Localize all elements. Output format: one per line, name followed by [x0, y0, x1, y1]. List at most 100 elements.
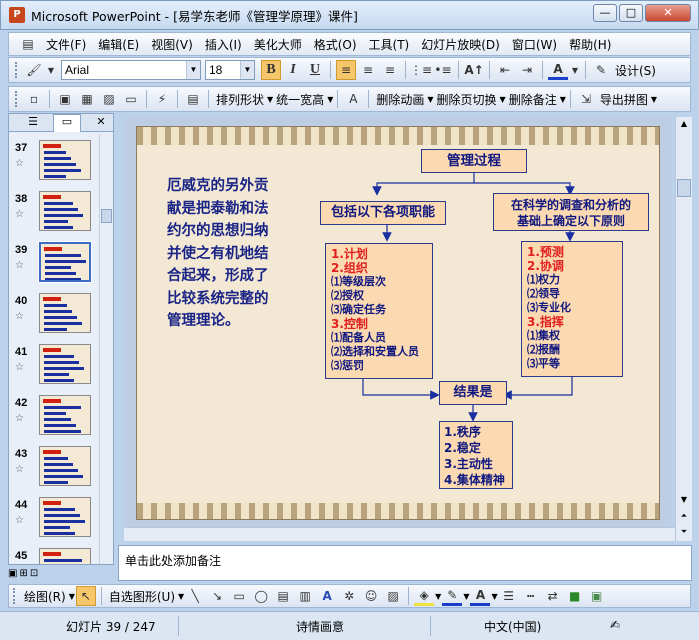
- menu-tools[interactable]: 工具(T): [369, 36, 410, 53]
- dash-style-icon[interactable]: ┅: [521, 586, 541, 606]
- increase-font-icon[interactable]: A↑: [464, 60, 484, 80]
- slide-horizontal-scrollbar[interactable]: [124, 527, 675, 541]
- result-box[interactable]: 结果是: [439, 381, 507, 405]
- principles-list-box[interactable]: 1.预测 2.协调 ⑴权力 ⑵领导 ⑶专业化 3.指挥 ⑴集权 ⑵报酬 ⑶平等: [521, 241, 623, 377]
- line-color-icon[interactable]: ✎: [442, 586, 463, 606]
- functions-header-box[interactable]: 包括以下各项职能: [320, 201, 446, 225]
- fill-color-icon[interactable]: ◈: [414, 586, 435, 606]
- select-pointer-icon[interactable]: ↖: [75, 586, 96, 606]
- italic-button[interactable]: I: [283, 60, 303, 80]
- 3d-style-icon[interactable]: ▣: [587, 586, 607, 606]
- slide-thumbnail-row[interactable]: 44 ☆: [9, 497, 105, 545]
- font-size-select[interactable]: 18 ▼: [205, 60, 255, 80]
- clipart-icon[interactable]: ☺: [361, 586, 381, 606]
- design-icon[interactable]: ✎: [591, 60, 611, 80]
- font-name-select[interactable]: Arial ▼: [61, 60, 201, 80]
- delete-transition-button[interactable]: 删除页切换: [437, 91, 497, 108]
- text-style-icon[interactable]: A: [343, 89, 363, 109]
- line-tool-icon[interactable]: ╲: [185, 586, 205, 606]
- principles-header-box[interactable]: 在科学的调查和分析的 基础上确定以下原则: [493, 193, 649, 231]
- font-color-draw-icon[interactable]: A: [470, 586, 491, 606]
- align-center-icon[interactable]: ≡: [358, 60, 378, 80]
- uniform-size-button[interactable]: 统一宽高: [276, 91, 324, 108]
- dropdown-arrow-icon[interactable]: ▼: [491, 592, 497, 601]
- slide-thumbnail-row[interactable]: 42 ☆: [9, 395, 105, 443]
- notes-pane[interactable]: 单击此处添加备注: [118, 545, 692, 581]
- design-button[interactable]: 设计(S): [615, 62, 656, 79]
- menu-beautify[interactable]: 美化大师: [254, 36, 302, 53]
- results-list-box[interactable]: 1.秩序 2.稳定 3.主动性 4.集体精神: [439, 421, 513, 489]
- scroll-up-icon[interactable]: ▲: [677, 117, 691, 131]
- pane-scrollbar[interactable]: [99, 134, 113, 564]
- slide-thumbnail[interactable]: [38, 241, 92, 283]
- dropdown-arrow-icon[interactable]: ▼: [267, 95, 273, 104]
- slide-thumbnail[interactable]: [39, 191, 91, 231]
- dropdown-arrow-icon[interactable]: ▼: [560, 95, 566, 104]
- slide-thumbnail-row[interactable]: 39 ☆: [9, 241, 105, 290]
- slides-tab-icon[interactable]: ▭: [53, 114, 81, 132]
- toolbar-grip[interactable]: [15, 91, 18, 107]
- menu-view[interactable]: 视图(V): [151, 36, 193, 53]
- menu-help[interactable]: 帮助(H): [569, 36, 611, 53]
- slide-thumbnail-row[interactable]: 40 ☆: [9, 293, 105, 341]
- numbered-list-icon[interactable]: ⋮≡: [410, 60, 432, 80]
- document-icon[interactable]: ▤: [18, 34, 38, 54]
- slide-thumbnail-row[interactable]: 43 ☆: [9, 446, 105, 494]
- bold-button[interactable]: B: [261, 60, 281, 80]
- dropdown-arrow-icon[interactable]: ▼: [500, 95, 506, 104]
- export-icon[interactable]: ⇲: [576, 89, 596, 109]
- minimize-button[interactable]: —: [593, 4, 617, 22]
- dropdown-arrow-icon[interactable]: ▼: [69, 592, 75, 601]
- increase-indent-icon[interactable]: ⇥: [517, 60, 537, 80]
- menu-file[interactable]: 文件(F): [46, 36, 86, 53]
- menu-insert[interactable]: 插入(I): [205, 36, 242, 53]
- slide-thumbnail-row[interactable]: 38 ☆: [9, 191, 105, 239]
- dropdown-arrow-icon[interactable]: ▼: [651, 95, 657, 104]
- font-color-icon[interactable]: A: [548, 60, 568, 80]
- close-button[interactable]: ✕: [645, 4, 691, 22]
- delete-animation-button[interactable]: 删除动画: [376, 91, 424, 108]
- arrange-shapes-button[interactable]: 排列形状: [216, 91, 264, 108]
- dropdown-arrow-icon[interactable]: ▼: [463, 592, 469, 601]
- dropdown-arrow-icon[interactable]: ▼: [46, 60, 56, 80]
- dropdown-arrow-icon[interactable]: ▼: [327, 95, 333, 104]
- draw-menu-button[interactable]: 绘图(R): [24, 588, 66, 605]
- magic-wand-icon[interactable]: ⚡: [152, 89, 172, 109]
- delete-notes-button[interactable]: 删除备注: [509, 91, 557, 108]
- dropdown-arrow-icon[interactable]: ▼: [435, 592, 441, 601]
- normal-view-icon[interactable]: ▣: [8, 568, 17, 582]
- slide-canvas[interactable]: 厄威克的另外贡献是把泰勒和法约尔的思想归纳并使之有机地结合起来，形成了比较系统完…: [136, 126, 660, 520]
- slide-sorter-icon[interactable]: ⊞: [19, 568, 27, 582]
- next-slide-icon[interactable]: ⏷: [677, 525, 691, 539]
- vertical-textbox-icon[interactable]: ▥: [295, 586, 315, 606]
- toolbar-grip[interactable]: [15, 62, 18, 78]
- arrow-style-icon[interactable]: ⇄: [543, 586, 563, 606]
- slide-thumbnail[interactable]: [39, 344, 91, 384]
- slideshow-view-icon[interactable]: ⊡: [30, 568, 38, 582]
- outline-tab-icon[interactable]: ☰: [19, 115, 47, 131]
- slide-vertical-scrollbar[interactable]: ▲ ▼ ⏶ ⏷: [675, 117, 692, 541]
- align-left-icon[interactable]: ≡: [336, 60, 356, 80]
- scroll-thumb[interactable]: [677, 179, 691, 197]
- bulleted-list-icon[interactable]: •≡: [433, 60, 453, 80]
- line-style-icon[interactable]: ☰: [499, 586, 519, 606]
- underline-button[interactable]: U: [305, 60, 325, 80]
- dropdown-arrow-icon[interactable]: ▼: [570, 60, 580, 80]
- menu-format[interactable]: 格式(O): [314, 36, 357, 53]
- slide-thumbnail-row[interactable]: 45☆: [9, 548, 105, 564]
- menu-slideshow[interactable]: 幻灯片放映(D): [421, 36, 500, 53]
- diagram-icon[interactable]: ✲: [339, 586, 359, 606]
- picture-icon[interactable]: ▣: [55, 89, 75, 109]
- rectangle-tool-icon[interactable]: ▭: [229, 586, 249, 606]
- menu-edit[interactable]: 编辑(E): [98, 36, 139, 53]
- oval-tool-icon[interactable]: ◯: [251, 586, 271, 606]
- slide-thumbnail[interactable]: [39, 140, 91, 180]
- slide-thumbnail-row[interactable]: 41 ☆: [9, 344, 105, 392]
- format-painter-icon[interactable]: 🖌: [24, 60, 44, 80]
- pane-scroll-thumb[interactable]: [101, 209, 112, 223]
- slide-thumbnail[interactable]: [39, 446, 91, 486]
- close-pane-icon[interactable]: ✕: [93, 115, 109, 131]
- functions-list-box[interactable]: 1.计划 2.组织 ⑴等级层次 ⑵授权 ⑶确定任务 3.控制 ⑴配备人员 ⑵选择和安置人员 ⑶惩…: [325, 243, 433, 379]
- autoshapes-button[interactable]: 自选图形(U): [109, 588, 175, 605]
- export-collage-button[interactable]: 导出拼图: [600, 91, 648, 108]
